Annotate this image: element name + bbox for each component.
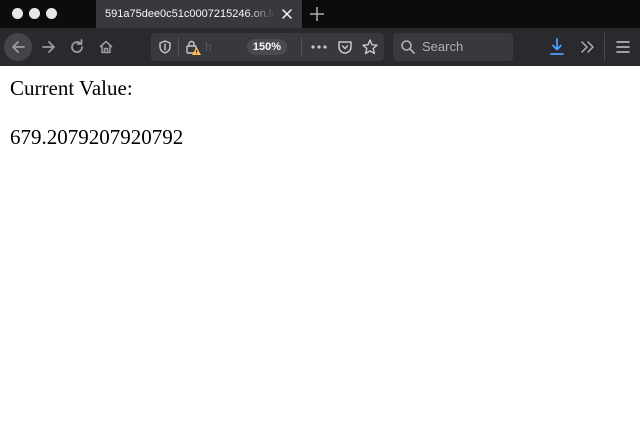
url-text: h — [205, 40, 212, 54]
pocket-icon[interactable] — [336, 38, 354, 56]
url-bar[interactable]: h 150% — [151, 33, 384, 61]
current-value-label: Current Value: — [10, 76, 133, 100]
window-maximize-button[interactable] — [46, 8, 57, 19]
hamburger-menu-icon[interactable] — [614, 39, 632, 55]
current-value: 679.2079207920792 — [10, 125, 184, 149]
window-minimize-button[interactable] — [29, 8, 40, 19]
reload-button[interactable] — [63, 33, 91, 61]
browser-tab[interactable]: 591a75dee0c51c0007215246.on.lo — [96, 0, 302, 28]
forward-arrow-icon — [42, 41, 55, 53]
page-content: Current Value: 679.2079207920792 — [0, 66, 640, 444]
search-bar[interactable]: Search — [393, 33, 513, 61]
navigation-toolbar: h 150% Search — [0, 28, 640, 66]
new-tab-icon[interactable] — [308, 5, 326, 23]
search-icon — [400, 39, 416, 55]
reload-icon — [71, 39, 83, 53]
back-arrow-icon — [12, 41, 25, 53]
home-button[interactable] — [92, 33, 120, 61]
window-close-button[interactable] — [12, 8, 23, 19]
page-actions-more-icon[interactable] — [309, 39, 329, 55]
insecure-lock-warning-icon[interactable] — [184, 38, 202, 56]
home-icon — [99, 40, 113, 54]
tracking-protection-shield-icon[interactable] — [157, 39, 173, 55]
back-button[interactable] — [4, 33, 32, 61]
close-tab-icon[interactable] — [279, 6, 295, 22]
bookmark-star-icon[interactable] — [361, 38, 379, 56]
overflow-chevron-icon[interactable] — [578, 38, 596, 56]
search-placeholder: Search — [422, 39, 464, 54]
downloads-icon[interactable] — [548, 37, 566, 57]
zoom-level-badge[interactable]: 150% — [247, 39, 287, 55]
forward-button[interactable] — [35, 33, 63, 61]
title-bar: 591a75dee0c51c0007215246.on.lo — [0, 0, 640, 28]
